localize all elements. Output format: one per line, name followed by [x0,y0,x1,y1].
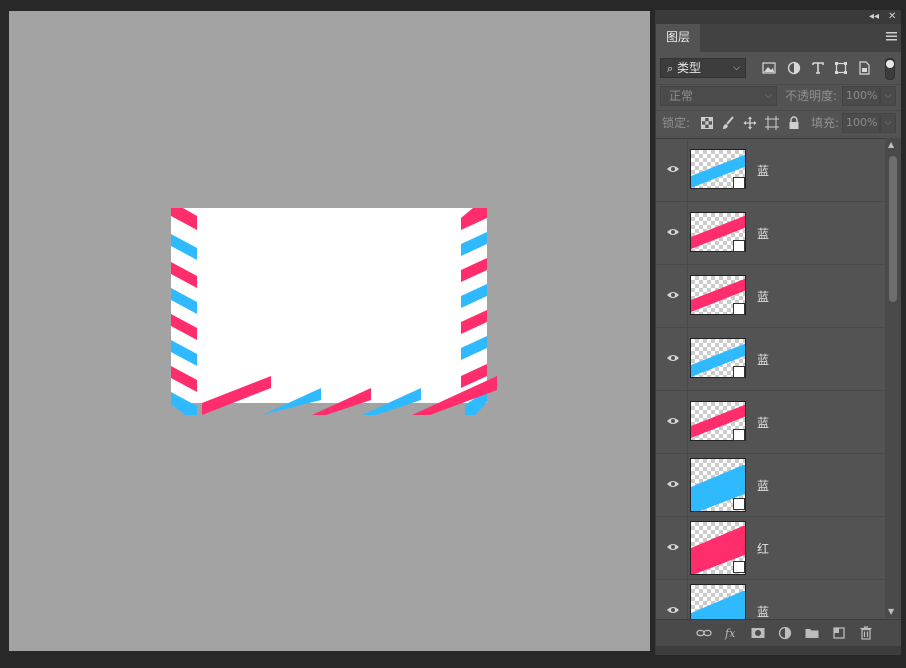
smart-object-icon [733,429,745,441]
chevron-down-icon: ⌵ [765,91,772,101]
smart-object-filter-icon[interactable] [856,60,872,76]
fill-label: 填充: [811,116,840,130]
smart-object-icon [733,177,745,189]
eye-visibility-icon[interactable] [666,605,680,615]
image-filter-icon[interactable] [761,60,777,76]
layer-row[interactable]: 蓝 [656,580,885,619]
eye-visibility-icon[interactable] [666,416,680,426]
layer-name[interactable]: 蓝 [757,288,769,305]
opacity-input[interactable]: 100% [842,86,880,106]
lock-transparent-pixels-icon[interactable] [700,116,714,130]
smart-object-icon [733,303,745,315]
eye-visibility-icon[interactable] [666,290,680,300]
lock-position-move-icon[interactable] [743,116,757,130]
layer-name[interactable]: 蓝 [757,477,769,494]
filter-toggle-switch[interactable] [885,58,895,80]
layers-scrollbar[interactable]: ▲ ▼ [885,138,901,618]
document-canvas[interactable] [9,11,650,651]
lock-row: 锁定: 填充: 100% ⌵ [656,110,901,137]
lock-all-icon[interactable] [787,116,801,130]
eye-visibility-icon[interactable] [666,479,680,489]
scrollbar-thumb[interactable] [889,156,897,302]
search-icon: ⌕ [667,62,674,75]
layer-mask-icon[interactable] [750,625,766,641]
opacity-dropdown[interactable]: ⌵ [880,86,896,106]
filter-kind-select[interactable]: ⌕ 类型 ⌵ [660,58,746,78]
adjustment-filter-icon[interactable] [786,60,802,76]
smart-object-icon [733,498,745,510]
layer-name[interactable]: 蓝 [757,162,769,179]
layers-panel: ◂◂ ✕ 图层 ⌕ 类型 ⌵ 正常 ⌵ 不透明度: 100% ⌵ 锁定: 填充:… [655,10,901,655]
layer-row[interactable]: 蓝 [656,265,885,328]
blend-mode-value: 正常 [669,89,694,103]
lock-image-pixels-brush-icon[interactable] [721,116,735,130]
layer-name[interactable]: 蓝 [757,603,769,619]
panel-menu-icon[interactable] [886,31,897,41]
layer-row[interactable]: 红 [656,517,885,580]
layer-name[interactable]: 蓝 [757,225,769,242]
chevron-down-icon: ⌵ [733,63,740,73]
eye-visibility-icon[interactable] [666,227,680,237]
fill-dropdown[interactable]: ⌵ [880,113,896,133]
layer-name[interactable]: 蓝 [757,414,769,431]
fill-input[interactable]: 100% [842,113,880,133]
shape-filter-icon[interactable] [833,60,849,76]
link-layers-icon[interactable] [696,625,712,641]
adjustment-layer-icon[interactable] [777,625,793,641]
smart-object-icon [733,366,745,378]
layer-row[interactable]: 蓝 [656,202,885,265]
layer-filter-row: ⌕ 类型 ⌵ [656,56,901,82]
smart-object-icon [733,561,745,573]
blend-row: 正常 ⌵ 不透明度: 100% ⌵ [656,84,901,111]
smart-object-icon [733,240,745,252]
layer-row[interactable]: 蓝 [656,139,885,202]
new-layer-icon[interactable] [831,625,847,641]
collapse-panel-icon[interactable]: ◂◂ [869,10,879,24]
filter-kind-label: 类型 [677,61,702,75]
layer-name[interactable]: 红 [757,540,769,557]
group-folder-icon[interactable] [804,625,820,641]
eye-visibility-icon[interactable] [666,353,680,363]
eye-visibility-icon[interactable] [666,542,680,552]
panel-title-bar: ◂◂ ✕ [656,10,901,24]
text-filter-icon[interactable] [810,60,826,76]
layer-thumbnail[interactable] [690,584,746,619]
trash-icon[interactable] [858,625,874,641]
lock-artboard-icon[interactable] [765,116,779,130]
lock-label: 锁定: [662,116,691,130]
eye-visibility-icon[interactable] [666,164,680,174]
layer-name[interactable]: 蓝 [757,351,769,368]
panel-resize-grip[interactable] [656,646,901,655]
close-panel-icon[interactable]: ✕ [888,10,896,24]
panel-tab-row: 图层 [656,24,901,52]
layers-bottom-toolbar: fx [656,619,901,646]
layer-row[interactable]: 蓝 [656,328,885,391]
layer-row[interactable]: 蓝 [656,391,885,454]
blend-mode-select[interactable]: 正常 ⌵ [660,86,777,106]
tab-layers[interactable]: 图层 [656,24,700,52]
svg-text:fx: fx [724,627,736,640]
airmail-envelope-artwork [171,208,497,415]
layer-row[interactable]: 蓝 [656,454,885,517]
fx-icon[interactable]: fx [723,625,739,641]
opacity-label: 不透明度: [785,89,838,103]
layers-list: 蓝 蓝 蓝 蓝 蓝 蓝 红 蓝 [656,138,885,619]
scroll-up-icon[interactable]: ▲ [888,140,894,149]
scroll-down-icon[interactable]: ▼ [888,607,894,616]
